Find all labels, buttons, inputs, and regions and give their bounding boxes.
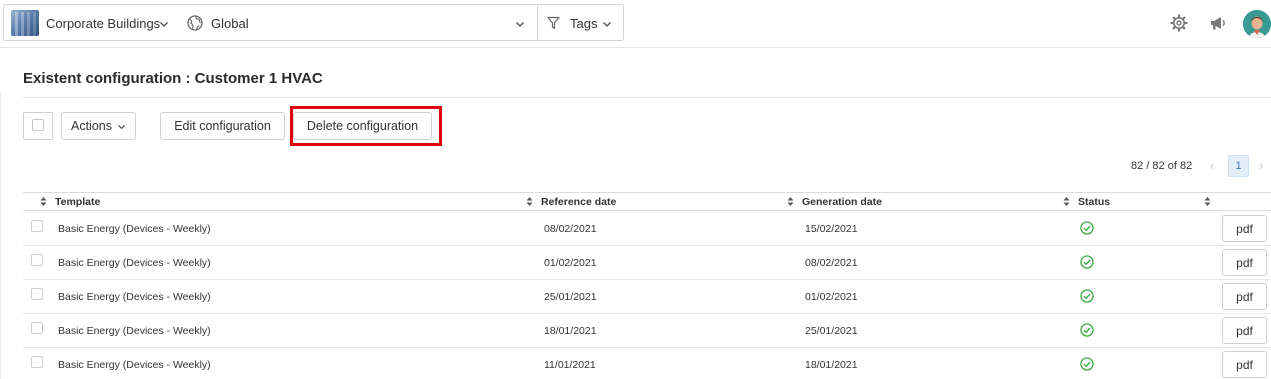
pager-of: of [1167, 160, 1177, 172]
generation-date-cell: 15/02/2021 [805, 223, 858, 235]
edit-configuration-button[interactable]: Edit configuration [160, 112, 285, 140]
tags-filter[interactable]: Tags [537, 4, 624, 41]
filter-icon [547, 16, 560, 30]
pdf-button[interactable]: pdf [1222, 351, 1267, 378]
generation-date-cell: 08/02/2021 [805, 257, 858, 269]
chevron-down-icon [516, 22, 524, 27]
pager-page-1[interactable]: 1 [1228, 155, 1249, 177]
check-circle-icon [1080, 357, 1094, 371]
actions-dropdown[interactable]: Actions [61, 112, 136, 140]
gear-icon [1170, 14, 1188, 32]
scope-selector-label: Global [211, 16, 249, 31]
pager-summary: 82 / 82 of 82 [1131, 160, 1192, 172]
table-row[interactable]: Basic Energy (Devices - Weekly) 08/02/20… [23, 212, 1271, 246]
template-cell: Basic Energy (Devices - Weekly) [58, 291, 211, 303]
settings-button[interactable] [1168, 12, 1190, 34]
pager-total: 82 [1179, 160, 1193, 172]
template-cell: Basic Energy (Devices - Weekly) [58, 325, 211, 337]
sort-icon[interactable] [787, 196, 794, 207]
user-avatar[interactable] [1243, 10, 1271, 38]
sort-icon[interactable] [1204, 196, 1211, 207]
announcements-button[interactable] [1207, 12, 1229, 34]
scope-selector[interactable]: Global [178, 4, 538, 41]
building-selector[interactable]: Corporate Buildings [3, 4, 179, 41]
check-circle-icon [1080, 323, 1094, 337]
template-cell: Basic Energy (Devices - Weekly) [58, 257, 211, 269]
row-checkbox[interactable] [31, 322, 43, 334]
row-checkbox[interactable] [31, 254, 43, 266]
pdf-button[interactable]: pdf [1222, 317, 1267, 344]
reference-date-cell: 08/02/2021 [544, 223, 597, 235]
column-header-template[interactable]: Template [55, 196, 100, 208]
check-circle-icon [1080, 221, 1094, 235]
table-header: Template Reference date Generation date … [23, 192, 1271, 211]
select-all-checkbox[interactable] [23, 112, 53, 140]
row-checkbox[interactable] [31, 288, 43, 300]
pager-next-icon[interactable]: › [1259, 158, 1263, 173]
generation-date-cell: 18/01/2021 [805, 359, 858, 371]
reference-date-cell: 01/02/2021 [544, 257, 597, 269]
check-circle-icon [1080, 255, 1094, 269]
chevron-down-icon [117, 124, 126, 129]
template-cell: Basic Energy (Devices - Weekly) [58, 359, 211, 371]
generation-date-cell: 01/02/2021 [805, 291, 858, 303]
reference-date-cell: 11/01/2021 [544, 359, 596, 371]
pdf-button[interactable]: pdf [1222, 283, 1267, 310]
sort-icon[interactable] [40, 196, 47, 207]
title-divider [23, 97, 1271, 98]
pdf-button[interactable]: pdf [1222, 249, 1267, 276]
chevron-down-icon [160, 22, 168, 27]
sort-icon[interactable] [1063, 196, 1070, 207]
tags-filter-label: Tags [570, 16, 598, 31]
sort-icon[interactable] [526, 196, 533, 207]
building-thumbnail-icon [11, 10, 39, 36]
top-bar: Corporate Buildings Global Tags [0, 0, 1271, 48]
generation-date-cell: 25/01/2021 [805, 325, 858, 337]
table-row[interactable]: Basic Energy (Devices - Weekly) 18/01/20… [23, 314, 1271, 348]
row-checkbox[interactable] [31, 356, 43, 368]
table-row[interactable]: Basic Energy (Devices - Weekly) 25/01/20… [23, 280, 1271, 314]
avatar-icon [1243, 10, 1271, 38]
chevron-down-icon [603, 22, 611, 27]
megaphone-icon [1211, 17, 1225, 30]
row-checkbox[interactable] [31, 220, 43, 232]
column-header-reference-date[interactable]: Reference date [541, 196, 616, 208]
reference-date-cell: 25/01/2021 [544, 291, 597, 303]
actions-dropdown-label: Actions [71, 119, 112, 133]
table-row[interactable]: Basic Energy (Devices - Weekly) 01/02/20… [23, 246, 1271, 280]
pdf-button[interactable]: pdf [1222, 215, 1267, 242]
table-row[interactable]: Basic Energy (Devices - Weekly) 11/01/20… [23, 348, 1271, 379]
pager-range: 82 / 82 [1131, 160, 1165, 172]
reference-date-cell: 18/01/2021 [544, 325, 597, 337]
template-cell: Basic Energy (Devices - Weekly) [58, 223, 211, 235]
building-selector-label: Corporate Buildings [46, 16, 161, 31]
check-circle-icon [1080, 289, 1094, 303]
page-title: Existent configuration : Customer 1 HVAC [23, 70, 323, 87]
globe-icon [187, 15, 203, 31]
column-header-generation-date[interactable]: Generation date [802, 196, 882, 208]
highlight-box [290, 106, 442, 146]
column-header-status[interactable]: Status [1078, 196, 1110, 208]
pager-prev-icon[interactable]: ‹ [1210, 158, 1214, 173]
side-divider [0, 92, 1, 379]
